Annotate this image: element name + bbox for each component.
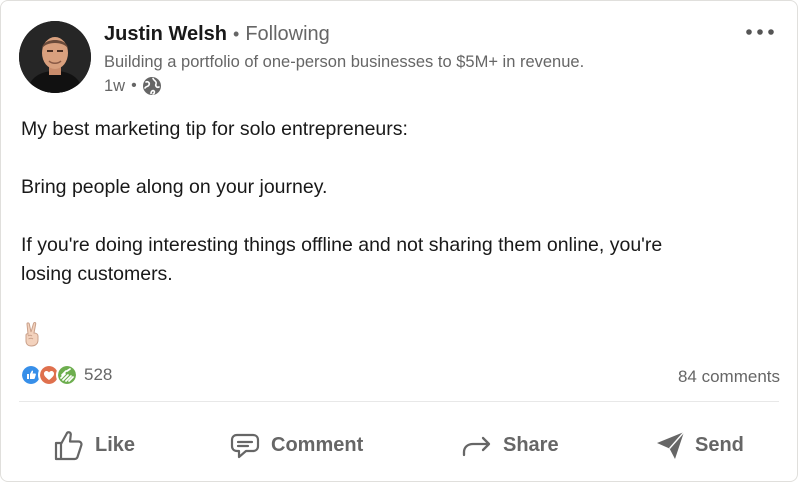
post-line: losing customers. (21, 263, 173, 285)
send-button[interactable]: Send (655, 419, 744, 471)
post-line: If you're doing interesting things offli… (21, 234, 663, 256)
author-headline: Building a portfolio of one-person busin… (104, 53, 585, 71)
author-name-row: Justin Welsh • Following (104, 23, 330, 46)
post-body: My best marketing tip for solo entrepren… (21, 115, 781, 289)
comment-button[interactable]: Comment (229, 419, 363, 471)
social-actions-bar: Like Comment Share Send (1, 419, 797, 471)
celebrate-reaction-icon (56, 364, 78, 386)
follow-status: Following (245, 23, 330, 45)
post-meta: 1w • (104, 76, 162, 96)
like-button[interactable]: Like (53, 419, 135, 471)
divider (19, 401, 779, 402)
meta-separator: • (131, 77, 137, 94)
more-options-button[interactable] (743, 19, 777, 45)
avatar-photo (19, 21, 91, 93)
share-arrow-icon (462, 436, 491, 457)
post-line: Bring people along on your journey. (21, 176, 328, 198)
victory-hand-emoji (21, 321, 45, 347)
globe-icon (142, 76, 162, 96)
send-plane-icon (657, 431, 685, 459)
author-name[interactable]: Justin Welsh (104, 23, 227, 46)
post-timestamp[interactable]: 1w (104, 77, 125, 96)
comment-icon (230, 433, 260, 459)
author-avatar[interactable] (19, 21, 91, 93)
send-label: Send (695, 433, 744, 456)
like-label: Like (95, 433, 136, 456)
comments-count-link[interactable]: 84 comments (678, 367, 780, 387)
reactions-summary[interactable]: 528 (20, 364, 112, 386)
share-button[interactable]: Share (461, 419, 559, 471)
share-label: Share (503, 433, 559, 456)
post-line: My best marketing tip for solo entrepren… (21, 118, 408, 140)
name-separator: • (233, 24, 240, 44)
reaction-count: 528 (84, 365, 113, 384)
feed-post: Justin Welsh • Following Building a port… (0, 0, 798, 482)
thumbs-up-icon (54, 431, 83, 461)
comment-label: Comment (271, 433, 364, 456)
ellipsis-icon (746, 29, 774, 35)
